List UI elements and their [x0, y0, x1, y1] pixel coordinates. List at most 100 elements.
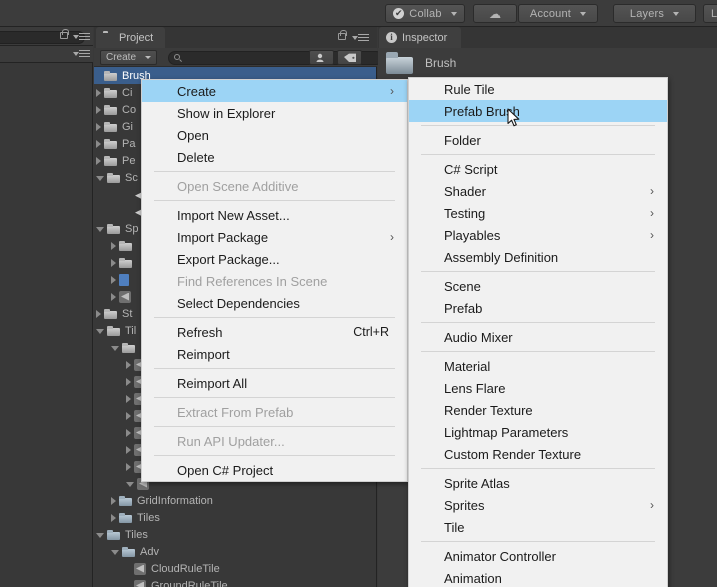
folder-icon	[119, 257, 132, 268]
cloud-button[interactable]: ☁	[473, 4, 517, 23]
twisty-closed-icon[interactable]	[126, 411, 131, 420]
twisty-closed-icon[interactable]	[111, 513, 116, 522]
twisty-open-icon[interactable]	[96, 533, 104, 538]
menu-item[interactable]: Render Texture	[409, 399, 667, 421]
menu-separator	[421, 468, 655, 469]
twisty-closed-icon[interactable]	[111, 275, 116, 284]
menu-item[interactable]: Lightmap Parameters	[409, 421, 667, 443]
twisty-open-icon[interactable]	[96, 227, 104, 232]
menu-item[interactable]: Folder	[409, 129, 667, 151]
tree-item[interactable]: Tiles	[94, 509, 376, 526]
tab-project-label: Project	[119, 31, 154, 44]
menu-item[interactable]: Create ›	[142, 80, 407, 102]
collab-button[interactable]: ✔ Collab	[385, 4, 465, 23]
tab-project[interactable]: Project	[96, 27, 166, 48]
account-button[interactable]: Account	[518, 4, 598, 23]
folder-icon	[119, 240, 132, 251]
menu-item[interactable]: Lens Flare	[409, 377, 667, 399]
tree-item[interactable]: GridInformation	[94, 492, 376, 509]
twisty-closed-icon[interactable]	[96, 122, 101, 131]
menu-item-label: Reimport	[177, 346, 230, 362]
menu-item[interactable]: Audio Mixer	[409, 326, 667, 348]
menu-item[interactable]: Material	[409, 355, 667, 377]
layers-button[interactable]: Layers	[613, 4, 696, 23]
menu-item[interactable]: Reimport All	[142, 372, 407, 394]
menu-item[interactable]: Reimport	[142, 343, 407, 365]
folder-icon	[104, 155, 117, 166]
menu-item[interactable]: Import Package ›	[142, 226, 407, 248]
twisty-closed-icon[interactable]	[126, 428, 131, 437]
hamburger-icon[interactable]	[79, 33, 90, 40]
menu-item-label: Import New Asset...	[177, 207, 290, 223]
info-icon: i	[386, 32, 397, 43]
menu-separator	[154, 200, 395, 201]
tree-item[interactable]: CloudRuleTile	[94, 560, 376, 577]
menu-item[interactable]: Import New Asset...	[142, 204, 407, 226]
twisty-open-icon[interactable]	[126, 482, 134, 487]
menu-item[interactable]: Sprites ›	[409, 494, 667, 516]
twisty-closed-icon[interactable]	[96, 88, 101, 97]
twisty-open-icon[interactable]	[96, 329, 104, 334]
menu-item[interactable]: Show in Explorer	[142, 102, 407, 124]
twisty-closed-icon[interactable]	[111, 241, 116, 250]
menu-item[interactable]: Shader ›	[409, 180, 667, 202]
label-filter-button[interactable]	[337, 50, 362, 65]
menu-item[interactable]: C# Script	[409, 158, 667, 180]
menu-item[interactable]: Delete	[142, 146, 407, 168]
menu-item[interactable]: Select Dependencies	[142, 292, 407, 314]
menu-item[interactable]: Tile	[409, 516, 667, 538]
twisty-closed-icon[interactable]	[96, 156, 101, 165]
menu-item[interactable]: Playables ›	[409, 224, 667, 246]
create-button[interactable]: Create	[100, 50, 158, 65]
twisty-closed-icon[interactable]	[96, 139, 101, 148]
script-asset-icon	[119, 273, 129, 286]
twisty-open-icon[interactable]	[96, 176, 104, 181]
menu-item-label: Audio Mixer	[444, 329, 513, 345]
create-submenu[interactable]: Rule Tile Prefab Brush Folder C# Script Shad…	[408, 77, 668, 587]
twisty-closed-icon[interactable]	[126, 445, 131, 454]
twisty-open-icon[interactable]	[111, 550, 119, 555]
twisty-closed-icon[interactable]	[126, 377, 131, 386]
twisty-closed-icon[interactable]	[111, 258, 116, 267]
lock-icon[interactable]	[338, 30, 347, 40]
project-context-menu[interactable]: Create › Show in Explorer Open Delete Open Sc…	[141, 79, 408, 482]
tab-inspector[interactable]: i Inspector	[379, 27, 462, 48]
menu-item[interactable]: Assembly Definition	[409, 246, 667, 268]
twisty-closed-icon[interactable]	[96, 105, 101, 114]
layout-button[interactable]: L	[703, 4, 717, 23]
menu-item[interactable]: Prefab Brush	[409, 100, 667, 122]
menu-item-label: Sprites	[444, 497, 485, 513]
menu-item[interactable]: Testing ›	[409, 202, 667, 224]
menu-item[interactable]: Custom Render Texture	[409, 443, 667, 465]
twisty-closed-icon[interactable]	[111, 292, 116, 301]
favorite-filter-button[interactable]	[309, 50, 334, 65]
tree-item[interactable]: Tiles	[94, 526, 376, 543]
menu-item-shortcut: Ctrl+R	[353, 325, 389, 339]
tree-item-label: Pe	[122, 154, 136, 167]
menu-item[interactable]: Export Package...	[142, 248, 407, 270]
twisty-closed-icon[interactable]	[111, 496, 116, 505]
menu-item[interactable]: Rule Tile	[409, 78, 667, 100]
twisty-closed-icon[interactable]	[96, 309, 101, 318]
menu-item-label: Run API Updater...	[177, 433, 285, 449]
folder-icon	[104, 121, 117, 132]
menu-item[interactable]: Prefab	[409, 297, 667, 319]
menu-item[interactable]: Animation	[409, 567, 667, 587]
menu-item[interactable]: Sprite Atlas	[409, 472, 667, 494]
twisty-closed-icon[interactable]	[126, 462, 131, 471]
menu-item[interactable]: Refresh Ctrl+R	[142, 321, 407, 343]
editor-toolbar: ✔ Collab ☁ Account Layers L	[0, 0, 717, 27]
folder-icon	[104, 308, 117, 319]
menu-item[interactable]: Animator Controller	[409, 545, 667, 567]
menu-item[interactable]: Open C# Project	[142, 459, 407, 481]
tree-item[interactable]: Adv	[94, 543, 376, 560]
lock-icon[interactable]	[60, 29, 69, 39]
hamburger-icon[interactable]	[358, 34, 369, 41]
menu-item[interactable]: Open	[142, 124, 407, 146]
twisty-open-icon[interactable]	[111, 346, 119, 351]
hamburger-icon[interactable]	[79, 50, 90, 57]
twisty-closed-icon[interactable]	[126, 360, 131, 369]
tree-item[interactable]: GroundRuleTile	[94, 577, 376, 587]
twisty-closed-icon[interactable]	[126, 394, 131, 403]
menu-item[interactable]: Scene	[409, 275, 667, 297]
